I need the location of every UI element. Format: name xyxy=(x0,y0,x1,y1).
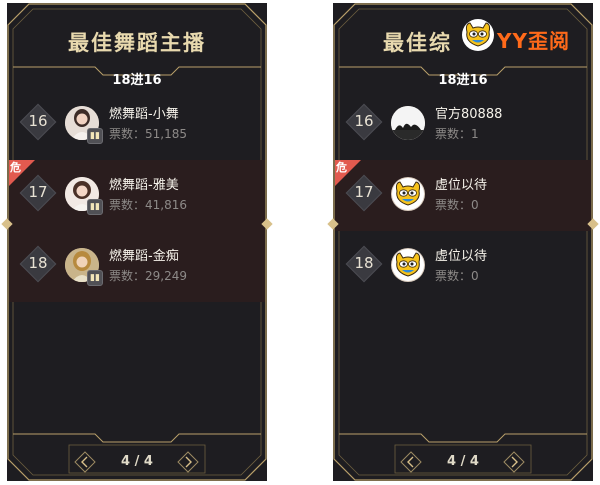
rank-number: 18 xyxy=(354,254,374,272)
vote-count: 票数：29,249 xyxy=(109,269,187,283)
rank-number: 16 xyxy=(28,112,48,130)
award-panel-variety: 最佳综 18进16 16 官方80888 票数：1 危 17 虚位以待 票数：0… xyxy=(333,3,593,481)
live-icon: ▮▮ xyxy=(87,128,103,144)
ranking-list: 16 官方80888 票数：1 危 17 虚位以待 票数：0 18 虚位以待 票… xyxy=(335,89,591,302)
anchor-name[interactable]: 虚位以待 xyxy=(435,245,487,264)
vote-count: 票数：0 xyxy=(435,198,479,212)
vote-count: 票数：41,816 xyxy=(109,198,187,212)
round-label: 18进16 xyxy=(438,73,488,88)
award-panel-dance: 最佳舞蹈主播 18进16 16 ▮▮ 燃舞蹈-小舞 票数：51,185 危 17… xyxy=(7,3,267,481)
rank-number: 17 xyxy=(28,183,48,201)
anchor-name[interactable]: 虚位以待 xyxy=(435,174,487,193)
watermark-text: YY歪阅 xyxy=(497,29,570,53)
next-page-button[interactable] xyxy=(502,450,526,474)
ranking-row[interactable]: 18 ▮▮ 燃舞蹈-金痴 票数：29,249 xyxy=(9,231,265,302)
page-indicator: 4 / 4 xyxy=(121,454,153,469)
page-indicator: 4 / 4 xyxy=(447,454,479,469)
anchor-name[interactable]: 燃舞蹈-雅美 xyxy=(109,174,179,193)
ranking-row[interactable]: 16 ▮▮ 燃舞蹈-小舞 票数：51,185 xyxy=(9,89,265,160)
rank-number: 17 xyxy=(354,183,374,201)
anchor-name[interactable]: 燃舞蹈-小舞 xyxy=(109,103,179,122)
vote-count: 票数：51,185 xyxy=(109,127,187,141)
yy-mascot-icon[interactable] xyxy=(391,248,425,282)
danger-label: 危 xyxy=(10,161,21,174)
live-icon: ▮▮ xyxy=(87,199,103,215)
ranking-row[interactable]: 16 官方80888 票数：1 xyxy=(335,89,591,160)
yy-mascot-icon xyxy=(461,18,495,52)
panel-title: 最佳舞蹈主播 xyxy=(68,31,206,55)
anchor-name[interactable]: 燃舞蹈-金痴 xyxy=(109,245,179,264)
prev-page-button[interactable] xyxy=(73,450,97,474)
camel-silhouette-icon[interactable] xyxy=(391,106,425,140)
ranking-list: 16 ▮▮ 燃舞蹈-小舞 票数：51,185 危 17 ▮▮ 燃舞蹈-雅美 票数… xyxy=(9,89,265,302)
danger-label: 危 xyxy=(336,161,347,174)
next-page-button[interactable] xyxy=(176,450,200,474)
rank-number: 18 xyxy=(28,254,48,272)
vote-count: 票数：0 xyxy=(435,269,479,283)
anchor-name[interactable]: 官方80888 xyxy=(435,103,502,122)
prev-page-button[interactable] xyxy=(399,450,423,474)
yy-mascot-icon[interactable] xyxy=(391,177,425,211)
ranking-row[interactable]: 危 17 ▮▮ 燃舞蹈-雅美 票数：41,816 xyxy=(9,160,265,231)
rank-number: 16 xyxy=(354,112,374,130)
ranking-row[interactable]: 18 虚位以待 票数：0 xyxy=(335,231,591,302)
round-label: 18进16 xyxy=(112,73,162,88)
ranking-row[interactable]: 危 17 虚位以待 票数：0 xyxy=(335,160,591,231)
vote-count: 票数：1 xyxy=(435,127,479,141)
watermark-logo: YY歪阅 xyxy=(461,18,591,54)
live-icon: ▮▮ xyxy=(87,270,103,286)
